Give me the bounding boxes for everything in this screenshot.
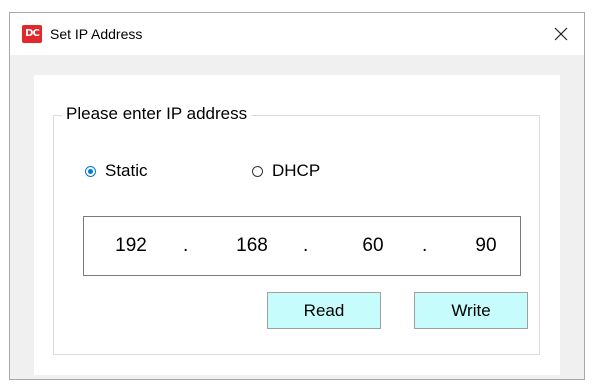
ip-separator: . — [303, 235, 309, 256]
dialog-content: Please enter IP address Static DHCP 192 … — [34, 75, 560, 375]
static-radio[interactable]: Static — [85, 161, 148, 181]
dhcp-radio[interactable]: DHCP — [252, 161, 320, 181]
set-ip-dialog: DC Set IP Address Please enter IP addres… — [9, 12, 585, 380]
title-bar: DC Set IP Address — [10, 13, 584, 55]
close-icon — [554, 27, 568, 41]
groupbox-title: Please enter IP address — [62, 104, 252, 124]
static-radio-label: Static — [105, 161, 148, 180]
ip-octet-4[interactable]: 90 — [461, 235, 511, 257]
ip-octet-2[interactable]: 168 — [227, 235, 277, 257]
write-button[interactable]: Write — [414, 292, 528, 329]
close-button[interactable] — [542, 17, 580, 51]
dhcp-radio-label: DHCP — [272, 161, 321, 180]
ip-separator: . — [183, 235, 189, 256]
window-title: Set IP Address — [50, 26, 143, 42]
ip-octet-1[interactable]: 192 — [106, 235, 156, 257]
radio-checked-icon — [85, 165, 96, 177]
ip-address-input[interactable]: 192 . 168 . 60 . 90 — [83, 216, 521, 276]
ip-separator: . — [422, 235, 428, 256]
app-logo-icon: DC — [22, 25, 42, 43]
read-button[interactable]: Read — [267, 292, 381, 329]
ip-octet-3[interactable]: 60 — [348, 235, 398, 257]
radio-unchecked-icon — [252, 165, 263, 177]
